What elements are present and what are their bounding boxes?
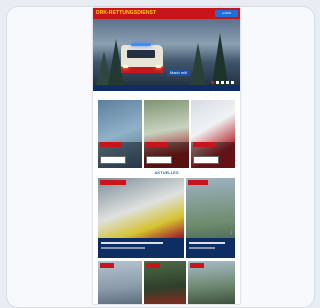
news-card[interactable] [186, 178, 235, 258]
news-category-tag [146, 263, 160, 268]
hero-caption: Mach mit! [167, 69, 191, 76]
news-caption [98, 238, 184, 258]
tile-tag [146, 142, 169, 147]
ambulance-image [121, 43, 163, 73]
headline-line [189, 242, 225, 244]
scroll-cursor-icon: ↓ [229, 227, 233, 236]
login-button[interactable]: LOGIN [215, 10, 238, 17]
blue-light [131, 43, 151, 46]
slider-dot[interactable] [231, 81, 234, 84]
teaser-tile[interactable] [144, 100, 189, 168]
news-card-small[interactable] [188, 261, 235, 304]
tile-button[interactable] [146, 156, 173, 164]
slider-dot[interactable] [226, 81, 229, 84]
teaser-row [98, 100, 235, 168]
news-category-tag [100, 263, 114, 268]
news-caption [186, 238, 235, 258]
news-category-tag [190, 263, 204, 268]
slider-dot[interactable] [221, 81, 224, 84]
windshield [127, 50, 155, 58]
news-card-small[interactable] [98, 261, 142, 304]
news-category-tag [188, 180, 208, 185]
tile-button[interactable] [192, 156, 219, 164]
hero-footer-bar [93, 85, 240, 91]
tree-shape [189, 43, 207, 91]
news-card-large[interactable] [98, 178, 184, 258]
teaser-tile[interactable] [98, 100, 143, 168]
slider-dot[interactable] [211, 81, 214, 84]
tile-button[interactable] [100, 156, 126, 164]
tile-tag [100, 142, 122, 147]
headlight-right [156, 65, 161, 68]
hero-banner[interactable]: Mach mit! [93, 19, 240, 91]
site-logo[interactable]: DRK-RETTUNGSDIENST [96, 10, 156, 16]
site-header: DRK-RETTUNGSDIENST LOGIN [93, 8, 240, 19]
teaser-tile[interactable] [190, 100, 235, 168]
website-screenshot: DRK-RETTUNGSDIENST LOGIN Mach mit! AKTUE… [93, 8, 240, 304]
headline-line [101, 242, 163, 244]
headlight-left [123, 65, 128, 68]
tile-tag [192, 142, 215, 147]
news-card-small[interactable] [144, 261, 186, 304]
slider-dots[interactable] [211, 81, 234, 84]
section-title: AKTUELLES [154, 170, 179, 175]
teaser-line [189, 247, 215, 249]
teaser-line [101, 247, 145, 249]
slider-dot[interactable] [216, 81, 219, 84]
news-category-tag [100, 180, 126, 185]
